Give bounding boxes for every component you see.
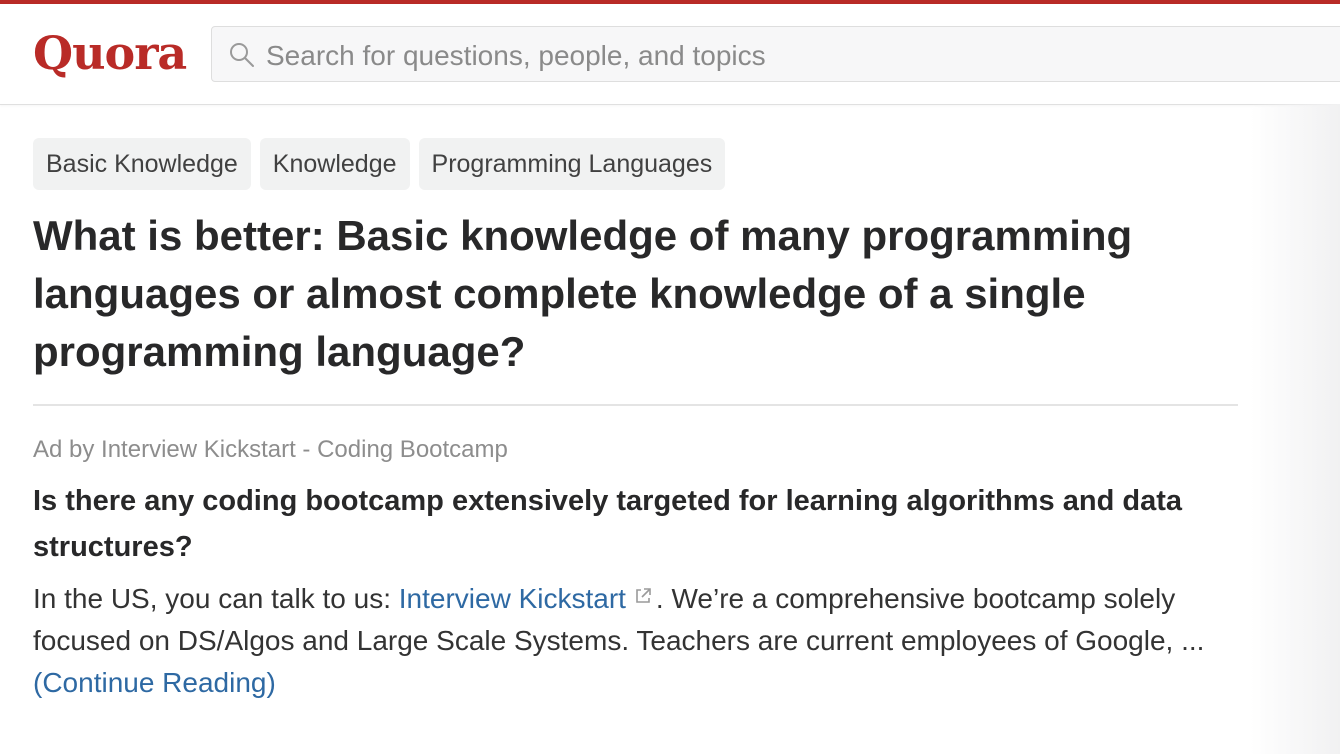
question-title: What is better: Basic knowledge of many … [33, 212, 1133, 375]
ad-body-prefix: In the US, you can talk to us: [33, 583, 399, 614]
topic-chip-knowledge[interactable]: Knowledge [259, 138, 410, 190]
continue-reading-link[interactable]: (Continue Reading) [33, 667, 276, 698]
topic-list: Basic Knowledge Knowledge Programming La… [33, 138, 726, 190]
ad-label: Ad by Interview Kickstart - Coding Bootc… [33, 436, 508, 463]
search-input[interactable] [264, 35, 1308, 77]
interview-kickstart-link[interactable]: Interview Kickstart [399, 583, 626, 614]
search-box[interactable] [211, 26, 1340, 82]
quora-logo[interactable]: Quora [33, 26, 187, 80]
topic-chip-programming-languages[interactable]: Programming Languages [418, 138, 726, 190]
ad-title[interactable]: Is there any coding bootcamp extensively… [33, 478, 1233, 570]
external-link-icon [636, 588, 651, 603]
topic-chip-basic-knowledge[interactable]: Basic Knowledge [33, 138, 251, 190]
divider [33, 404, 1238, 406]
search-icon [230, 43, 254, 67]
ad-body: In the US, you can talk to us: Interview… [33, 578, 1238, 704]
right-edge-shadow [1250, 104, 1340, 754]
top-header: Quora [0, 4, 1340, 105]
